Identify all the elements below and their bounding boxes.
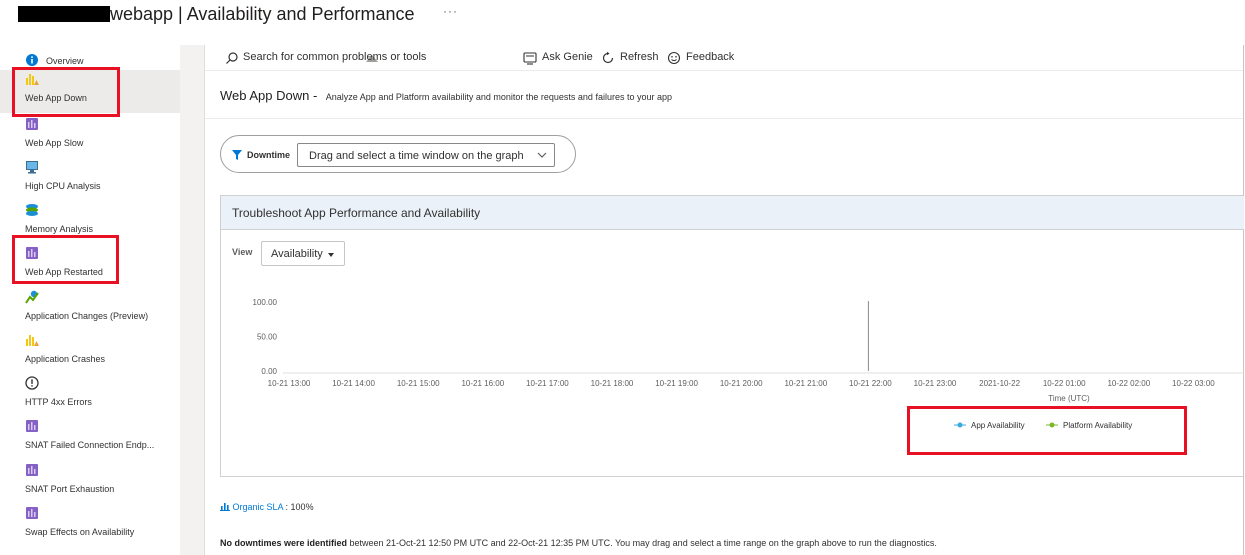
annotation-box — [12, 67, 120, 117]
sidebar-item-web-app-slow[interactable]: Web App Slow — [0, 114, 180, 157]
section-title-separator: - — [309, 88, 318, 103]
info-icon — [26, 54, 38, 66]
x-tick-label: 10-21 17:00 — [526, 379, 569, 388]
search-icon — [226, 52, 238, 64]
sidebar-item-snat-port-exhaustion[interactable]: SNAT Port Exhaustion — [0, 460, 180, 503]
sidebar-item-label: High CPU Analysis — [25, 181, 101, 191]
x-tick-label: 10-22 01:00 — [1043, 379, 1086, 388]
sidebar-item-label: Memory Analysis — [25, 224, 94, 234]
memory-stack-icon — [26, 204, 38, 216]
organic-sla-link[interactable]: Organic SLA — [233, 502, 284, 512]
x-tick-label: 10-21 21:00 — [784, 379, 827, 388]
refresh-label: Refresh — [620, 51, 659, 63]
more-options-button[interactable]: ··· — [443, 4, 458, 18]
sidebar: Overview Web App Down Web App Slow High … — [0, 45, 180, 555]
x-tick-label: 2021-10-22 — [979, 379, 1020, 388]
x-tick-label: 10-21 18:00 — [591, 379, 634, 388]
legend-item: Platform Availability — [1063, 421, 1132, 430]
x-tick-label: 10-21 13:00 — [268, 379, 311, 388]
annotation-box — [12, 235, 119, 284]
smiley-icon — [667, 51, 681, 65]
purple-doc-icon — [26, 420, 38, 432]
sidebar-item-high-cpu[interactable]: High CPU Analysis — [0, 157, 180, 200]
downtime-summary-bold: No downtimes were identified — [220, 538, 348, 548]
x-tick-label: 10-22 03:00 — [1172, 379, 1215, 388]
downtime-summary: No downtimes were identified between 21-… — [220, 538, 937, 548]
x-tick-label: 10-21 20:00 — [720, 379, 763, 388]
legend-marker — [1049, 422, 1055, 428]
sidebar-item-label: Web App Slow — [25, 138, 84, 148]
downtime-select-value: Drag and select a time window on the gra… — [309, 150, 524, 162]
toolbar: Search for common problems or tools Ask … — [205, 45, 1243, 71]
y-tick-label: 50.00 — [257, 333, 278, 342]
organic-sla: Organic SLA : 100% — [220, 502, 314, 512]
redacted-app-name — [18, 6, 110, 22]
sidebar-item-label: SNAT Port Exhaustion — [25, 484, 115, 494]
title-bar: webapp | Availability and Performance ··… — [0, 0, 1245, 40]
downtime-filter: Downtime Drag and select a time window o… — [220, 135, 576, 173]
sidebar-item-label: Application Changes (Preview) — [25, 311, 149, 321]
divider — [204, 45, 205, 555]
legend-item: App Availability — [971, 421, 1025, 430]
y-tick-label: 100.00 — [253, 298, 278, 307]
sidebar-item-label: Overview — [46, 56, 84, 66]
page-title: webapp | Availability and Performance — [110, 4, 415, 24]
sidebar-item-label: Application Crashes — [25, 354, 106, 364]
downtime-select[interactable]: Drag and select a time window on the gra… — [297, 143, 555, 167]
purple-doc-icon — [26, 464, 38, 476]
page-heading: Web App Down - Analyze App and Platform … — [220, 87, 672, 105]
ask-genie-label: Ask Genie — [542, 51, 593, 63]
troubleshoot-card: Troubleshoot App Performance and Availab… — [220, 195, 1244, 478]
availability-chart[interactable]: 100.00 50.00 0.00 10-21 13:00 10-21 14:00 10-… — [221, 196, 1244, 478]
sidebar-scrollbar[interactable] — [180, 45, 378, 555]
section-title: Web App Down — [220, 88, 310, 103]
filter-icon — [232, 150, 242, 160]
section-description: Analyze App and Platform availability an… — [325, 92, 672, 102]
x-tick-label: 10-21 16:00 — [461, 379, 504, 388]
downtime-label: Downtime — [247, 150, 291, 160]
exclamation-circle-icon — [25, 376, 39, 390]
purple-doc-icon — [26, 507, 38, 519]
bar-warning-icon — [26, 335, 39, 346]
x-tick-label: 10-21 23:00 — [914, 379, 957, 388]
search-placeholder: Search for common problems or tools — [243, 51, 427, 63]
sidebar-item-application-crashes[interactable]: Application Crashes — [0, 330, 180, 373]
y-tick-label: 0.00 — [261, 367, 277, 376]
organic-sla-value: : 100% — [283, 502, 314, 512]
divider — [205, 118, 1243, 119]
sidebar-item-application-changes[interactable]: Application Changes (Preview) — [0, 287, 180, 330]
x-tick-label: 10-21 22:00 — [849, 379, 892, 388]
x-tick-label: 10-21 19:00 — [655, 379, 698, 388]
feedback-label: Feedback — [686, 51, 735, 63]
chevron-down-icon — [537, 152, 547, 158]
bar-chart-icon — [220, 503, 230, 511]
x-tick-label: 10-21 15:00 — [397, 379, 440, 388]
sidebar-item-http-4xx-errors[interactable]: HTTP 4xx Errors — [0, 373, 180, 416]
divider — [205, 70, 1243, 71]
legend-marker — [957, 422, 963, 428]
sidebar-item-snat-failed-connection[interactable]: SNAT Failed Connection Endp... — [0, 416, 180, 459]
x-axis-title: Time (UTC) — [1048, 394, 1090, 403]
monitor-icon — [26, 161, 38, 174]
sidebar-item-label: SNAT Failed Connection Endp... — [25, 440, 155, 450]
refresh-icon — [602, 51, 614, 64]
genie-icon — [523, 52, 537, 65]
purple-doc-icon — [26, 118, 38, 130]
x-tick-label: 10-22 02:00 — [1107, 379, 1150, 388]
downtime-summary-text: between 21-Oct-21 12:50 PM UTC and 22-Oc… — [347, 538, 937, 548]
changes-icon — [25, 290, 39, 304]
sidebar-item-label: HTTP 4xx Errors — [25, 397, 92, 407]
sidebar-item-label: Swap Effects on Availability — [25, 527, 135, 537]
x-tick-label: 10-21 14:00 — [332, 379, 375, 388]
sidebar-item-swap-effects[interactable]: Swap Effects on Availability — [0, 503, 180, 546]
